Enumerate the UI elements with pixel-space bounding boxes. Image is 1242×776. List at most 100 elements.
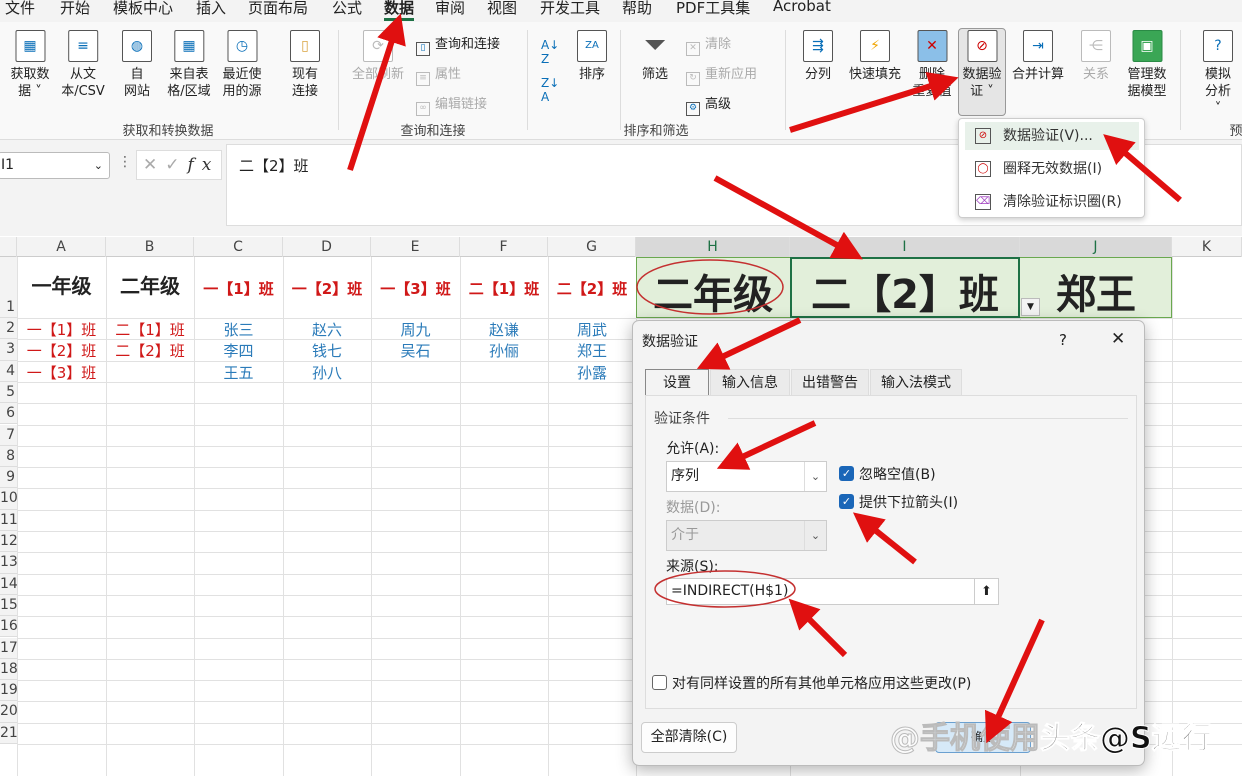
queries-connections-button[interactable]: ▯ 查询和连接 [416,33,500,56]
menu-tab[interactable]: 模板中心 [113,0,173,18]
ignore-blank-checkbox[interactable]: ✓ [839,466,854,481]
column-header-f[interactable]: F [460,237,548,257]
cell-a4[interactable]: 一【3】班 [17,362,106,383]
what-if-analysis-button[interactable]: ? 模拟分析 ˅ [1203,30,1233,117]
apply-all-checkbox[interactable] [652,675,667,690]
cell-g2[interactable]: 周武 [548,319,636,340]
cell-d3[interactable]: 钱七 [283,340,371,361]
cell-h1[interactable]: 二年级 [636,262,790,320]
menu-tab[interactable]: PDF工具集 [676,0,750,18]
column-header-h[interactable]: H [636,237,790,257]
row-header-14[interactable]: 14 [0,573,17,595]
get-data-button[interactable]: ▦ 获取数 据 ˅ [10,30,50,100]
row-header-6[interactable]: 6 [0,403,17,425]
menu-tab[interactable]: 页面布局 [248,0,308,18]
cell-e1[interactable]: 一【3】班 [371,278,460,299]
row-header-10[interactable]: 10 [0,488,17,510]
clear-filter-button[interactable]: ✕ 清除 [686,33,731,56]
chevron-down-icon[interactable]: ⌄ [94,153,103,178]
row-header-19[interactable]: 19 [0,680,17,702]
menu-tab[interactable]: 开始 [60,0,90,18]
advanced-filter-button[interactable]: ⚙ 高级 [686,93,731,116]
cell-b2[interactable]: 二【1】班 [106,319,194,340]
cell-d4[interactable]: 孙八 [283,362,371,383]
filter-button[interactable]: ⏷ 筛选 [640,30,670,83]
cell-e3[interactable]: 吴石 [371,340,460,361]
collapse-dialog-icon[interactable]: ⬆ [974,579,998,604]
column-header-b[interactable]: B [106,237,194,257]
cell-c2[interactable]: 张三 [194,319,283,340]
remove-duplicates-button[interactable]: ✕ 删除 重复值 [912,30,952,100]
menu-tab[interactable]: 视图 [487,0,517,18]
cell-c1[interactable]: 一【1】班 [194,278,283,299]
allow-select[interactable]: 序列 ⌄ [666,461,827,492]
column-header-k[interactable]: K [1172,237,1242,257]
menu-tab[interactable]: 插入 [196,0,226,18]
dropdown-checkbox[interactable]: ✓ [839,494,854,509]
column-header-c[interactable]: C [194,237,283,257]
menu-item-data-validation[interactable]: ⊘ 数据验证(V)... [965,122,1139,150]
row-header-15[interactable]: 15 [0,594,17,617]
row-header-17[interactable]: 17 [0,637,17,659]
cell-g1[interactable]: 二【2】班 [548,278,636,299]
row-header-11[interactable]: 11 [0,509,17,531]
from-web-button[interactable]: ◍ 自 网站 [122,30,152,100]
cell-a2[interactable]: 一【1】班 [17,319,106,340]
row-header-1[interactable]: 1 [0,257,17,318]
row-header-16[interactable]: 16 [0,616,17,638]
menu-tab[interactable]: 文件 [5,0,35,18]
fx-icon[interactable]: fx [188,155,220,175]
row-header-13[interactable]: 13 [0,552,17,574]
menu-tab[interactable]: 开发工具 [540,0,600,18]
sort-descending-button[interactable]: Z↓ A [541,76,559,104]
row-header-21[interactable]: 21 [0,722,17,744]
cell-c3[interactable]: 李四 [194,340,283,361]
cell-e2[interactable]: 周九 [371,319,460,340]
cell-b1[interactable]: 二年级 [106,270,194,299]
cell-g3[interactable]: 郑王 [548,340,636,361]
cell-g4[interactable]: 孙露 [548,362,636,383]
data-validation-button[interactable]: ⊘ 数据验 证 ˅ [962,30,1002,100]
column-header-g[interactable]: G [548,237,636,257]
help-button[interactable]: ? [1059,331,1067,349]
row-header-5[interactable]: 5 [0,381,17,404]
column-header-a[interactable]: A [17,237,106,257]
manage-data-model-button[interactable]: ▣ 管理数 据模型 [1127,30,1167,100]
enter-icon[interactable]: ✓ [165,155,187,175]
tab-input-message[interactable]: 输入信息 [710,369,790,395]
existing-connections-button[interactable]: ▯ 现有 连接 [290,30,320,100]
close-button[interactable]: ✕ [1111,329,1125,349]
menu-item-clear-circles[interactable]: ⌫ 清除验证标识圈(R) [965,188,1139,216]
row-header-8[interactable]: 8 [0,445,17,468]
cell-a1[interactable]: 一年级 [17,270,106,299]
menu-tab[interactable]: 数据 [384,0,415,21]
row-header-20[interactable]: 20 [0,701,17,723]
column-header-d[interactable]: D [283,237,371,257]
cell-dropdown-arrow[interactable]: ▼ [1021,298,1040,316]
properties-button[interactable]: ≡ 属性 [416,63,461,86]
row-header-3[interactable]: 3 [0,339,17,361]
cell-a3[interactable]: 一【2】班 [17,340,106,361]
cell-d1[interactable]: 一【2】班 [283,278,371,299]
column-header-i[interactable]: I [790,237,1020,257]
refresh-all-button[interactable]: ⟳ 全部刷新 ˅ [352,30,404,100]
flash-fill-button[interactable]: ⚡ 快速填充 [849,30,901,83]
menu-tab[interactable]: 公式 [332,0,362,18]
tab-ime-mode[interactable]: 输入法模式 [870,369,962,395]
row-header-7[interactable]: 7 [0,424,17,446]
row-header-9[interactable]: 9 [0,467,17,489]
clear-all-button[interactable]: 全部清除(C) [641,722,737,753]
text-to-columns-button[interactable]: ⇶ 分列 [803,30,833,83]
tab-error-alert[interactable]: 出错警告 [791,369,869,395]
cell-f1[interactable]: 二【1】班 [460,278,548,299]
relationships-button[interactable]: ⋲ 关系 [1081,30,1111,83]
consolidate-button[interactable]: ⇥ 合并计算 [1012,30,1064,83]
cell-f2[interactable]: 赵谦 [460,319,548,340]
from-text-csv-button[interactable]: ≡ 从文 本/CSV [61,30,105,100]
row-header-4[interactable]: 4 [0,360,17,382]
name-box[interactable]: I1 ⌄ [0,152,110,179]
recent-sources-button[interactable]: ◷ 最近使 用的源 [222,30,262,100]
row-header-2[interactable]: 2 [0,318,17,340]
cell-d2[interactable]: 赵六 [283,319,371,340]
tab-settings[interactable]: 设置 [645,369,709,395]
